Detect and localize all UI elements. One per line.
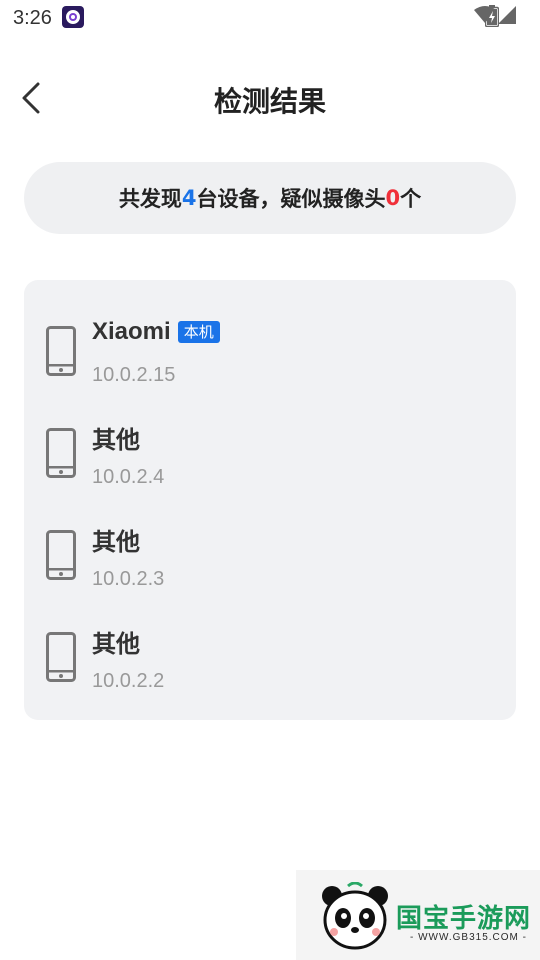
summary-prefix: 共发现 [118, 187, 182, 211]
watermark-url: - WWW.GB315.COM - [410, 932, 527, 943]
phone-icon [46, 428, 76, 478]
list-item[interactable]: 其他 10.0.2.2 [24, 618, 516, 708]
device-name: 其他 [92, 528, 140, 556]
app-notification-icon [62, 6, 84, 28]
phone-icon [46, 326, 76, 376]
list-item[interactable]: Xiaomi 本机 10.0.2.15 [24, 312, 516, 402]
phone-icon [46, 632, 76, 682]
device-ip: 10.0.2.3 [92, 568, 165, 590]
device-name: Xiaomi 本机 [92, 318, 220, 346]
phone-icon [46, 530, 76, 580]
signal-icon [498, 6, 516, 24]
summary-suffix: 个 [400, 187, 422, 211]
panda-logo-icon [322, 882, 388, 950]
watermark-title: 国宝手游网 [396, 904, 532, 934]
device-list: Xiaomi 本机 10.0.2.15 其他 10.0.2.4 其他 10.0.… [24, 280, 516, 720]
local-device-badge: 本机 [177, 321, 220, 343]
device-ip: 10.0.2.2 [92, 670, 165, 692]
watermark: 国宝手游网 - WWW.GB315.COM - [296, 870, 540, 960]
status-time: 3:26 [13, 7, 52, 29]
device-name-text: Xiaomi [92, 318, 171, 345]
device-count: 4 [181, 186, 197, 210]
camera-count: 0 [385, 186, 401, 210]
summary-card: 共发现 4 台设备，疑似摄像头 0 个 [24, 162, 516, 234]
page-title: 检测结果 [213, 85, 326, 118]
device-name: 其他 [92, 630, 140, 658]
status-bar: 3:26 [0, 0, 540, 36]
summary-middle: 台设备，疑似摄像头 [196, 187, 386, 211]
header: 检测结果 [0, 62, 540, 136]
list-item[interactable]: 其他 10.0.2.4 [24, 414, 516, 504]
list-item[interactable]: 其他 10.0.2.3 [24, 516, 516, 606]
device-name: 其他 [92, 426, 140, 454]
device-ip: 10.0.2.4 [92, 466, 165, 488]
device-ip: 10.0.2.15 [92, 364, 176, 386]
battery-charging-icon [485, 5, 499, 27]
